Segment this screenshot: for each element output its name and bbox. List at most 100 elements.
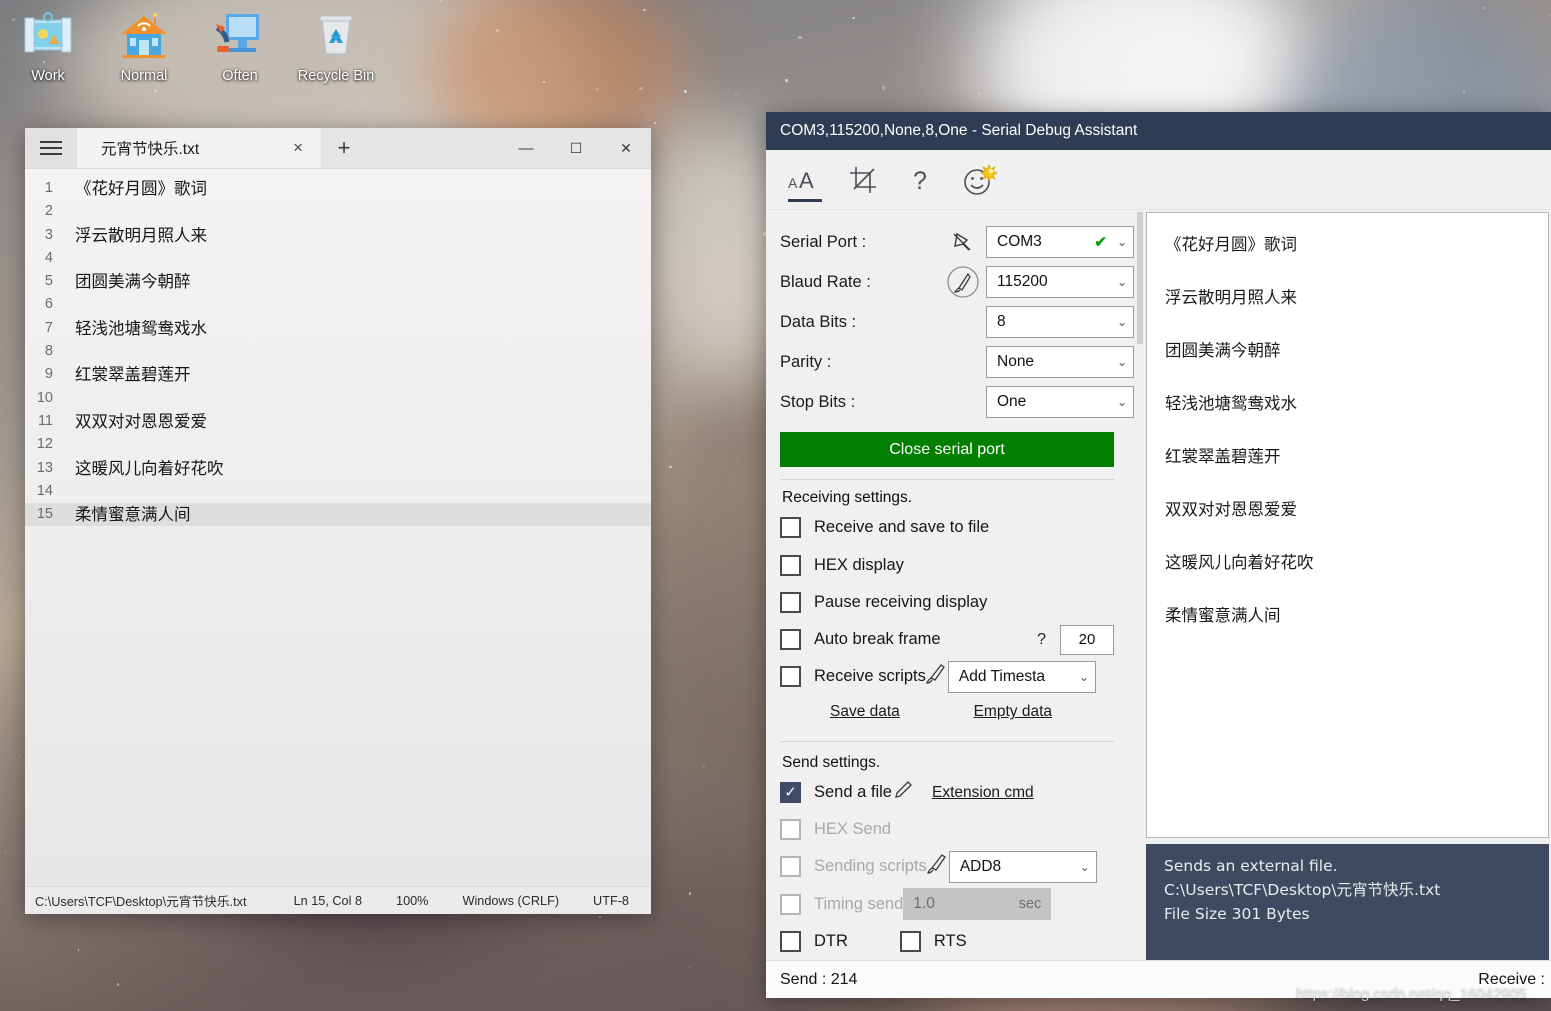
timing-send-row[interactable]: Timing send 1.0 sec xyxy=(780,886,1134,923)
auto-break-frame-input[interactable]: 20 xyxy=(1060,624,1114,655)
crop-icon[interactable] xyxy=(836,154,890,206)
maximize-button[interactable]: ☐ xyxy=(551,128,601,168)
line-number: 4 xyxy=(44,249,53,266)
send-settings-heading: Send settings. xyxy=(782,753,881,771)
receive-scripts-checkbox[interactable] xyxy=(780,666,801,688)
receive-and-save-row[interactable]: Receive and save to file xyxy=(780,509,1134,546)
desktop-icon-recycle-bin[interactable]: Recycle Bin xyxy=(288,4,384,84)
rts-checkbox[interactable] xyxy=(899,930,921,952)
notepad-line: 11 双双对对恩恩爱爱 xyxy=(25,410,651,433)
sending-scripts-row[interactable]: Sending scripts ADD8 ⌄ xyxy=(780,848,1134,885)
close-window-button[interactable]: ✕ xyxy=(601,128,651,168)
minimize-button[interactable]: — xyxy=(501,128,551,168)
parity-select[interactable]: None ⌄ xyxy=(986,346,1134,379)
scrollbar-thumb[interactable] xyxy=(1137,212,1143,344)
hex-send-row[interactable]: HEX Send xyxy=(780,811,1134,848)
sending-scripts-checkbox[interactable] xyxy=(780,856,801,878)
send-a-file-row[interactable]: Send a file Extension cmd xyxy=(780,774,1134,811)
pause-receiving-row[interactable]: Pause receiving display xyxy=(780,584,1134,621)
line-number: 5 xyxy=(44,273,53,290)
unpin-icon[interactable] xyxy=(940,231,986,253)
line-text: 双双对对恩恩爱爱 xyxy=(75,411,207,431)
pen-circle-icon[interactable] xyxy=(940,265,986,299)
received-data-area[interactable]: 《花好月圆》歌词 浮云散明月照人来 团圆美满今朝醉 轻浅池塘鸳鸯戏水 红裳翠盖碧莲开 双双… xyxy=(1146,212,1549,838)
timing-send-input[interactable]: 1.0 sec xyxy=(903,888,1052,921)
pencil-icon[interactable] xyxy=(892,779,914,806)
notepad-line: 13 这暖风儿向着好花吹 xyxy=(25,457,651,480)
serial-port-select[interactable]: COM3 ✔ ⌄ xyxy=(986,226,1134,258)
desktop: Work Normal Often Recycle Bin 元宵节快乐.txt … xyxy=(0,0,1551,1011)
hex-send-label: HEX Send xyxy=(814,820,892,839)
divider xyxy=(780,740,1114,742)
notepad-text-area[interactable]: 1 《花好月圆》歌词 2 3 浮云散明月照人来 4 5 团圆美满今朝醉 6 7 轻浅池塘鸳鸯戏水 8 9… xyxy=(25,168,651,886)
extension-cmd-link[interactable]: Extension cmd xyxy=(932,784,1034,802)
encoding-label[interactable]: UTF-8 xyxy=(593,894,651,908)
baud-rate-select[interactable]: 115200 ⌄ xyxy=(986,266,1134,299)
receive-scripts-select[interactable]: Add Timesta ⌄ xyxy=(947,660,1096,693)
hex-display-checkbox[interactable] xyxy=(780,554,801,576)
received-line: 双双对对恩恩爱爱 xyxy=(1165,500,1297,519)
receive-scripts-label: Receive scripts xyxy=(814,667,926,686)
chevron-down-icon: ⌄ xyxy=(1116,355,1127,370)
desktop-icon-work[interactable]: Work xyxy=(0,4,96,84)
new-tab-icon[interactable]: + xyxy=(321,128,367,168)
line-number: 14 xyxy=(36,482,53,499)
emoji-icon[interactable] xyxy=(952,154,1006,206)
recycle-bin-icon xyxy=(309,10,363,64)
chevron-down-icon: ⌄ xyxy=(1078,669,1089,684)
line-text: 柔情蜜意满人间 xyxy=(75,505,191,525)
notepad-line: 15 柔情蜜意满人间 xyxy=(25,503,651,527)
receive-scripts-row[interactable]: Receive scripts Add Timesta ⌄ xyxy=(780,658,1134,695)
line-ending-label[interactable]: Windows (CRLF) xyxy=(462,894,559,908)
send-a-file-checkbox[interactable] xyxy=(780,782,801,804)
line-number: 9 xyxy=(44,366,53,383)
line-number: 6 xyxy=(44,296,53,313)
receive-and-save-checkbox[interactable] xyxy=(780,517,801,539)
desktop-icon-often[interactable]: Often xyxy=(192,4,288,84)
hex-display-row[interactable]: HEX display xyxy=(780,547,1134,584)
notepad-tab[interactable]: 元宵节快乐.txt × xyxy=(77,128,321,168)
notepad-line: 2 xyxy=(25,200,651,223)
pause-receiving-checkbox[interactable] xyxy=(780,591,801,613)
help-icon[interactable]: ? xyxy=(894,154,948,206)
timing-send-checkbox[interactable] xyxy=(780,893,801,915)
desktop-icon-label: Normal xyxy=(120,68,168,84)
divider xyxy=(780,479,1114,481)
stop-bits-select[interactable]: One ⌄ xyxy=(986,386,1134,419)
close-tab-icon[interactable]: × xyxy=(287,138,309,158)
parity-value: None xyxy=(997,353,1035,371)
caret-position-label[interactable]: Ln 15, Col 8 xyxy=(294,894,362,908)
received-line: 团圆美满今朝醉 xyxy=(1165,341,1281,360)
hex-send-checkbox[interactable] xyxy=(780,819,801,841)
receive-scripts-value: Add Timesta xyxy=(958,667,1046,685)
line-number: 11 xyxy=(37,412,53,429)
close-serial-port-button[interactable]: Close serial port xyxy=(780,432,1114,468)
parity-label: Parity : xyxy=(780,352,832,371)
font-size-icon[interactable]: A A xyxy=(778,154,832,206)
notepad-window: 元宵节快乐.txt × + — ☐ ✕ 1 《花好月圆》歌词 2 3 浮云散明月照人来 4… xyxy=(25,128,651,914)
script-pen-icon[interactable] xyxy=(926,852,949,881)
panel-scrollbar[interactable] xyxy=(1134,210,1146,960)
notepad-window-buttons: — ☐ ✕ xyxy=(501,128,651,168)
line-text: 轻浅池塘鸳鸯戏水 xyxy=(75,318,207,338)
serial-port-row: Serial Port : COM3 ✔ ⌄ xyxy=(780,222,1134,262)
auto-break-frame-row[interactable]: Auto break frame ? 20 xyxy=(780,621,1134,658)
stop-bits-label: Stop Bits : xyxy=(780,392,856,411)
desktop-icon-label: Often xyxy=(222,68,258,84)
script-pen-icon[interactable] xyxy=(925,662,948,691)
line-number: 7 xyxy=(44,319,53,336)
dtr-checkbox[interactable] xyxy=(780,930,801,952)
data-bits-select[interactable]: 8 ⌄ xyxy=(986,306,1134,339)
tooltip-info-box: Sends an external file. C:\Users\TCF\Des… xyxy=(1146,844,1549,960)
desktop-icon-label: Recycle Bin xyxy=(297,68,375,84)
auto-break-frame-help-icon[interactable]: ? xyxy=(1037,631,1046,649)
sending-scripts-select[interactable]: ADD8 ⌄ xyxy=(948,850,1097,883)
desktop-icon-normal[interactable]: Normal xyxy=(96,4,192,84)
empty-data-link[interactable]: Empty data xyxy=(974,703,1052,721)
save-data-link[interactable]: Save data xyxy=(830,703,900,721)
zoom-level-label[interactable]: 100% xyxy=(396,894,428,908)
hamburger-menu-icon[interactable] xyxy=(25,128,77,168)
line-text: 《花好月圆》歌词 xyxy=(75,179,207,198)
timing-send-unit: sec xyxy=(1018,896,1042,913)
auto-break-frame-checkbox[interactable] xyxy=(780,629,801,651)
